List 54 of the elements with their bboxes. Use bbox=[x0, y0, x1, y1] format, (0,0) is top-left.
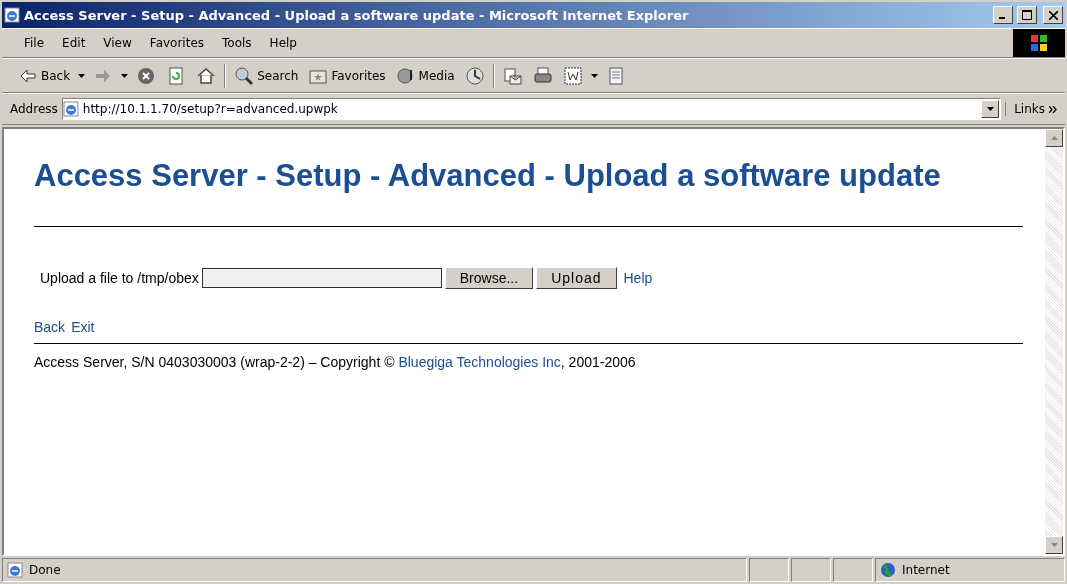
close-button[interactable] bbox=[1043, 6, 1063, 24]
scrollbar[interactable] bbox=[1045, 129, 1063, 554]
windows-logo bbox=[1013, 29, 1065, 57]
company-link[interactable]: Bluegiga Technologies Inc bbox=[398, 353, 561, 370]
globe-icon bbox=[880, 562, 896, 578]
menu-item[interactable]: File bbox=[16, 34, 53, 52]
help-link[interactable]: Help bbox=[623, 269, 653, 286]
menu-item[interactable]: Help bbox=[261, 34, 305, 52]
search-tool-button[interactable]: Search bbox=[232, 63, 301, 88]
links-toolbar[interactable]: Links bbox=[1005, 102, 1065, 116]
clock-icon bbox=[464, 65, 485, 86]
home-icon bbox=[196, 65, 217, 86]
menu-item[interactable]: View bbox=[95, 34, 140, 52]
search-icon bbox=[234, 65, 255, 86]
status-text: Done bbox=[29, 563, 61, 577]
menu-item[interactable]: Favorites bbox=[141, 34, 213, 52]
dropdown-caret-icon[interactable] bbox=[121, 73, 129, 78]
menu-item[interactable]: Tools bbox=[214, 34, 260, 52]
back-tool-button[interactable]: Back bbox=[16, 63, 73, 88]
dropdown-caret-icon[interactable] bbox=[78, 73, 86, 78]
nav-link[interactable]: Back bbox=[34, 318, 66, 335]
file-field[interactable] bbox=[201, 267, 442, 288]
status-panel bbox=[749, 558, 789, 582]
zone-text: Internet bbox=[902, 563, 950, 577]
maximize-icon bbox=[1022, 10, 1032, 20]
document-w-icon bbox=[562, 65, 583, 86]
window-title: Access Server - Setup - Advanced - Upload a software update - Microsoft Internet Explorer bbox=[24, 7, 690, 23]
page-heading: Access Server - Setup - Advanced - Upload a software update bbox=[34, 157, 942, 195]
dropdown-caret-icon[interactable] bbox=[590, 73, 598, 78]
address-field[interactable]: http://10.1.1.70/setup?r=advanced.upwpk bbox=[61, 98, 1002, 120]
scroll-up-icon bbox=[1050, 136, 1058, 140]
minimize-button[interactable] bbox=[993, 6, 1013, 24]
printer-icon bbox=[532, 65, 553, 86]
dropdown-arrow-icon[interactable] bbox=[986, 107, 994, 111]
maximize-button[interactable] bbox=[1017, 6, 1037, 24]
chevron-icon bbox=[1049, 105, 1057, 113]
nav-link[interactable]: Exit bbox=[71, 318, 95, 335]
menu-item[interactable]: Edit bbox=[54, 34, 94, 52]
page-icon bbox=[7, 562, 23, 578]
close-icon bbox=[1048, 10, 1058, 20]
status-panel bbox=[833, 558, 873, 582]
scroll-down-icon bbox=[1050, 543, 1058, 547]
page-icon bbox=[62, 101, 79, 117]
upload-label: Upload a file to /tmp/obex bbox=[40, 269, 199, 286]
app-icon bbox=[4, 7, 20, 23]
favorites-tool-button[interactable]: Favorites bbox=[306, 63, 388, 88]
media-tool-button[interactable]: Media bbox=[393, 63, 457, 88]
footer-text: Access Server, S/N 0403030003 (wrap-2-2) – Copyright © Bluegiga Technologies Inc, 2001-2006 bbox=[34, 353, 637, 370]
mail-icon bbox=[502, 65, 523, 86]
address-label: Address bbox=[10, 102, 58, 116]
stop-icon bbox=[136, 65, 157, 86]
upload-button[interactable]: Upload bbox=[536, 266, 617, 289]
browse-button[interactable]: Browse... bbox=[444, 266, 534, 289]
status-panel bbox=[791, 558, 831, 582]
